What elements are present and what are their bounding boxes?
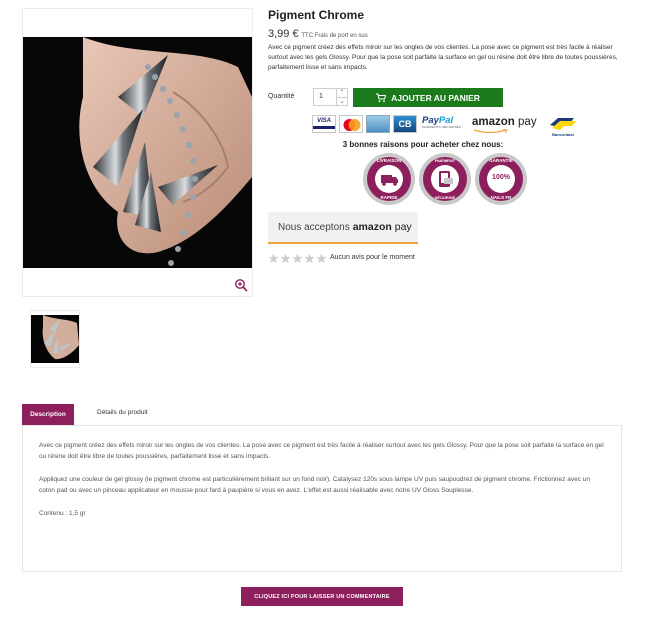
cb-logo: CB <box>393 115 417 133</box>
star-icon <box>268 253 279 264</box>
rating-stars <box>268 253 327 264</box>
bancontact-logo: Bancontact <box>546 115 580 137</box>
badge-secure-payment: PAIEMENT SÉCURISÉ <box>418 152 472 206</box>
star-icon <box>316 253 327 264</box>
star-icon <box>292 253 303 264</box>
star-icon <box>304 253 315 264</box>
product-thumbnail[interactable] <box>30 310 80 368</box>
amazon-pay-logo: amazon pay <box>472 115 544 134</box>
cart-icon <box>376 92 387 102</box>
badge-fast-delivery: LIVRAISON RAPIDE <box>362 152 416 206</box>
description-panel: Avec ce pigment créez des effets miroir … <box>22 425 622 572</box>
quantity-increment-button[interactable]: ⌃ <box>337 89 347 97</box>
reasons-title: 3 bonnes raisons pour acheter chez nous: <box>342 140 504 149</box>
product-image-frame <box>22 8 253 297</box>
thumbnail-image <box>31 315 79 363</box>
price-line: 3,99 € TTC Frais de port en sus <box>268 28 368 40</box>
nails-photo <box>23 37 252 268</box>
mastercard-logo <box>339 115 363 133</box>
short-description: Avec ce pigment créez des effets miroir … <box>268 44 618 71</box>
quantity-input[interactable]: 1 <box>313 88 337 106</box>
tab-description[interactable]: Description <box>22 404 74 425</box>
description-content-size: Contenu : 1,5 gr <box>39 510 86 517</box>
add-to-cart-button[interactable]: AJOUTER AU PANIER <box>353 88 503 107</box>
amazon-pay-banner[interactable]: Nous acceptons amazon pay <box>268 212 418 244</box>
description-paragraph: Appliquez une couleur de gel glossy (le … <box>39 476 590 494</box>
review-count-text: Aucun avis pour le moment <box>330 254 415 261</box>
quantity-label: Quantité <box>268 93 295 100</box>
product-main-image[interactable] <box>23 37 252 268</box>
amazon-banner-prefix: Nous acceptons <box>278 221 350 233</box>
price-suffix: TTC Frais de port en sus <box>301 33 368 39</box>
star-icon <box>280 253 291 264</box>
amex-logo <box>366 115 390 133</box>
tab-product-details[interactable]: Détails du produit <box>97 409 148 416</box>
product-title: Pigment Chrome <box>268 8 365 22</box>
visa-logo: VISA <box>312 115 336 133</box>
zoom-in-icon[interactable] <box>234 278 248 292</box>
quantity-stepper: ⌃ ⌄ <box>337 88 348 106</box>
add-to-cart-label: AJOUTER AU PANIER <box>391 92 480 103</box>
product-price: 3,99 € <box>268 28 299 40</box>
paypal-logo: PayPal PAIEMENTS SÉCURISÉS <box>422 115 462 129</box>
amazon-pay-logo-banner: amazon pay <box>352 221 412 233</box>
quantity-decrement-button[interactable]: ⌄ <box>337 97 347 105</box>
description-paragraph: Avec ce pigment créez des effets miroir … <box>39 442 604 460</box>
leave-comment-button[interactable]: CLIQUEZ ICI POUR LAISSER UN COMMENTAIRE <box>241 587 403 606</box>
badge-guarantee: GARANTIE 100% NAILS FR <box>474 152 528 206</box>
